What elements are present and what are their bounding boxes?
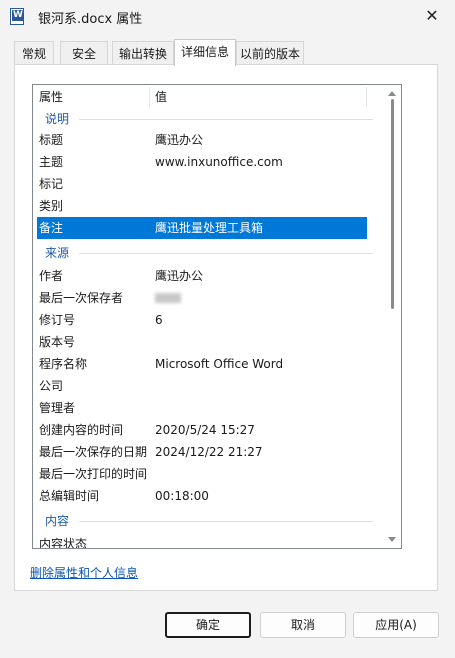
scroll-up-icon[interactable] — [388, 91, 396, 96]
scroll-thumb[interactable] — [391, 99, 394, 309]
property-name: 总编辑时间 — [39, 489, 100, 503]
list-item-selected[interactable]: 备注 鹰迅批量处理工具箱 — [37, 217, 367, 239]
tab-previous-versions[interactable]: 以前的版本 — [236, 41, 304, 65]
vertical-scrollbar[interactable] — [385, 85, 401, 548]
dialog-footer: 确定 取消 应用(A) — [0, 600, 455, 658]
cancel-button[interactable]: 取消 — [260, 612, 346, 638]
tab-details[interactable]: 详细信息 — [174, 39, 236, 66]
close-icon[interactable]: ✕ — [409, 0, 455, 32]
group-origin[interactable]: 来源 — [33, 243, 373, 263]
column-header-property[interactable]: 属性 — [33, 85, 149, 109]
list-item[interactable]: 标题 鹰迅办公 — [33, 129, 367, 151]
property-value: 6 — [155, 313, 163, 327]
property-value: Microsoft Office Word — [155, 357, 284, 371]
group-description[interactable]: 说明 — [33, 109, 373, 129]
title-bar: 银河系.docx 属性 ✕ — [0, 0, 455, 32]
list-item[interactable]: 最后一次保存者 — [33, 287, 367, 309]
property-name: 类别 — [39, 199, 64, 213]
property-name: 标题 — [39, 133, 64, 147]
group-divider — [79, 521, 373, 522]
property-name: 内容状态 — [39, 537, 88, 549]
window-title: 银河系.docx 属性 — [38, 12, 143, 27]
property-value: 鹰迅办公 — [155, 269, 204, 283]
group-divider — [79, 253, 373, 254]
list-item[interactable]: 作者 鹰迅办公 — [33, 265, 367, 287]
list-item[interactable]: 标记 — [33, 173, 367, 195]
group-label: 内容 — [45, 511, 76, 531]
property-value: 2024/12/22 21:27 — [155, 445, 263, 459]
details-panel: 属性 值 说明 标题 鹰迅办公 主题 www.inxunoffice.com 标… — [14, 64, 438, 591]
column-header-value[interactable]: 值 — [149, 85, 367, 109]
property-name: 最后一次保存者 — [39, 291, 124, 305]
property-name: 版本号 — [39, 335, 76, 349]
property-name: 标记 — [39, 177, 64, 191]
list-item[interactable]: 内容状态 — [33, 533, 367, 549]
apply-button[interactable]: 应用(A) — [353, 612, 439, 638]
list-item[interactable]: 修订号 6 — [33, 309, 367, 331]
group-divider — [79, 119, 373, 120]
list-item[interactable]: 管理者 — [33, 397, 367, 419]
remove-properties-link[interactable]: 删除属性和个人信息 — [30, 564, 138, 581]
list-item[interactable]: 程序名称 Microsoft Office Word — [33, 353, 367, 375]
list-item[interactable]: 类别 — [33, 195, 367, 217]
list-item[interactable]: 总编辑时间 00:18:00 — [33, 485, 367, 507]
property-value: 鹰迅批量处理工具箱 — [155, 221, 264, 235]
property-name: 主题 — [39, 155, 64, 169]
list-header: 属性 值 — [33, 85, 367, 109]
list-item[interactable]: 创建内容的时间 2020/5/24 15:27 — [33, 419, 367, 441]
property-name: 最后一次保存的日期 — [39, 445, 148, 459]
group-content[interactable]: 内容 — [33, 511, 373, 531]
property-name: 创建内容的时间 — [39, 423, 124, 437]
ok-button[interactable]: 确定 — [165, 612, 251, 638]
property-name: 修订号 — [39, 313, 76, 327]
tab-general[interactable]: 常规 — [14, 41, 54, 65]
group-label: 说明 — [45, 109, 76, 129]
column-divider[interactable] — [366, 87, 367, 107]
property-value: 00:18:00 — [155, 489, 209, 503]
group-label: 来源 — [45, 243, 76, 263]
tab-output-conversion[interactable]: 输出转换 — [112, 41, 174, 65]
property-name: 最后一次打印的时间 — [39, 467, 148, 481]
property-name: 公司 — [39, 379, 64, 393]
property-value: 鹰迅办公 — [155, 133, 204, 147]
properties-list[interactable]: 属性 值 说明 标题 鹰迅办公 主题 www.inxunoffice.com 标… — [32, 84, 402, 549]
property-name: 管理者 — [39, 401, 76, 415]
word-document-icon — [10, 8, 24, 25]
list-item[interactable]: 公司 — [33, 375, 367, 397]
redacted-value — [155, 293, 181, 303]
property-name: 备注 — [39, 221, 64, 235]
tab-security[interactable]: 安全 — [60, 41, 108, 65]
list-item[interactable]: 最后一次打印的时间 — [33, 463, 367, 485]
list-item[interactable]: 主题 www.inxunoffice.com — [33, 151, 367, 173]
property-name: 程序名称 — [39, 357, 88, 371]
property-name: 作者 — [39, 269, 64, 283]
list-item[interactable]: 版本号 — [33, 331, 367, 353]
scroll-down-icon[interactable] — [388, 537, 396, 542]
list-item[interactable]: 最后一次保存的日期 2024/12/22 21:27 — [33, 441, 367, 463]
property-value: www.inxunoffice.com — [155, 155, 283, 169]
property-value: 2020/5/24 15:27 — [155, 423, 255, 437]
